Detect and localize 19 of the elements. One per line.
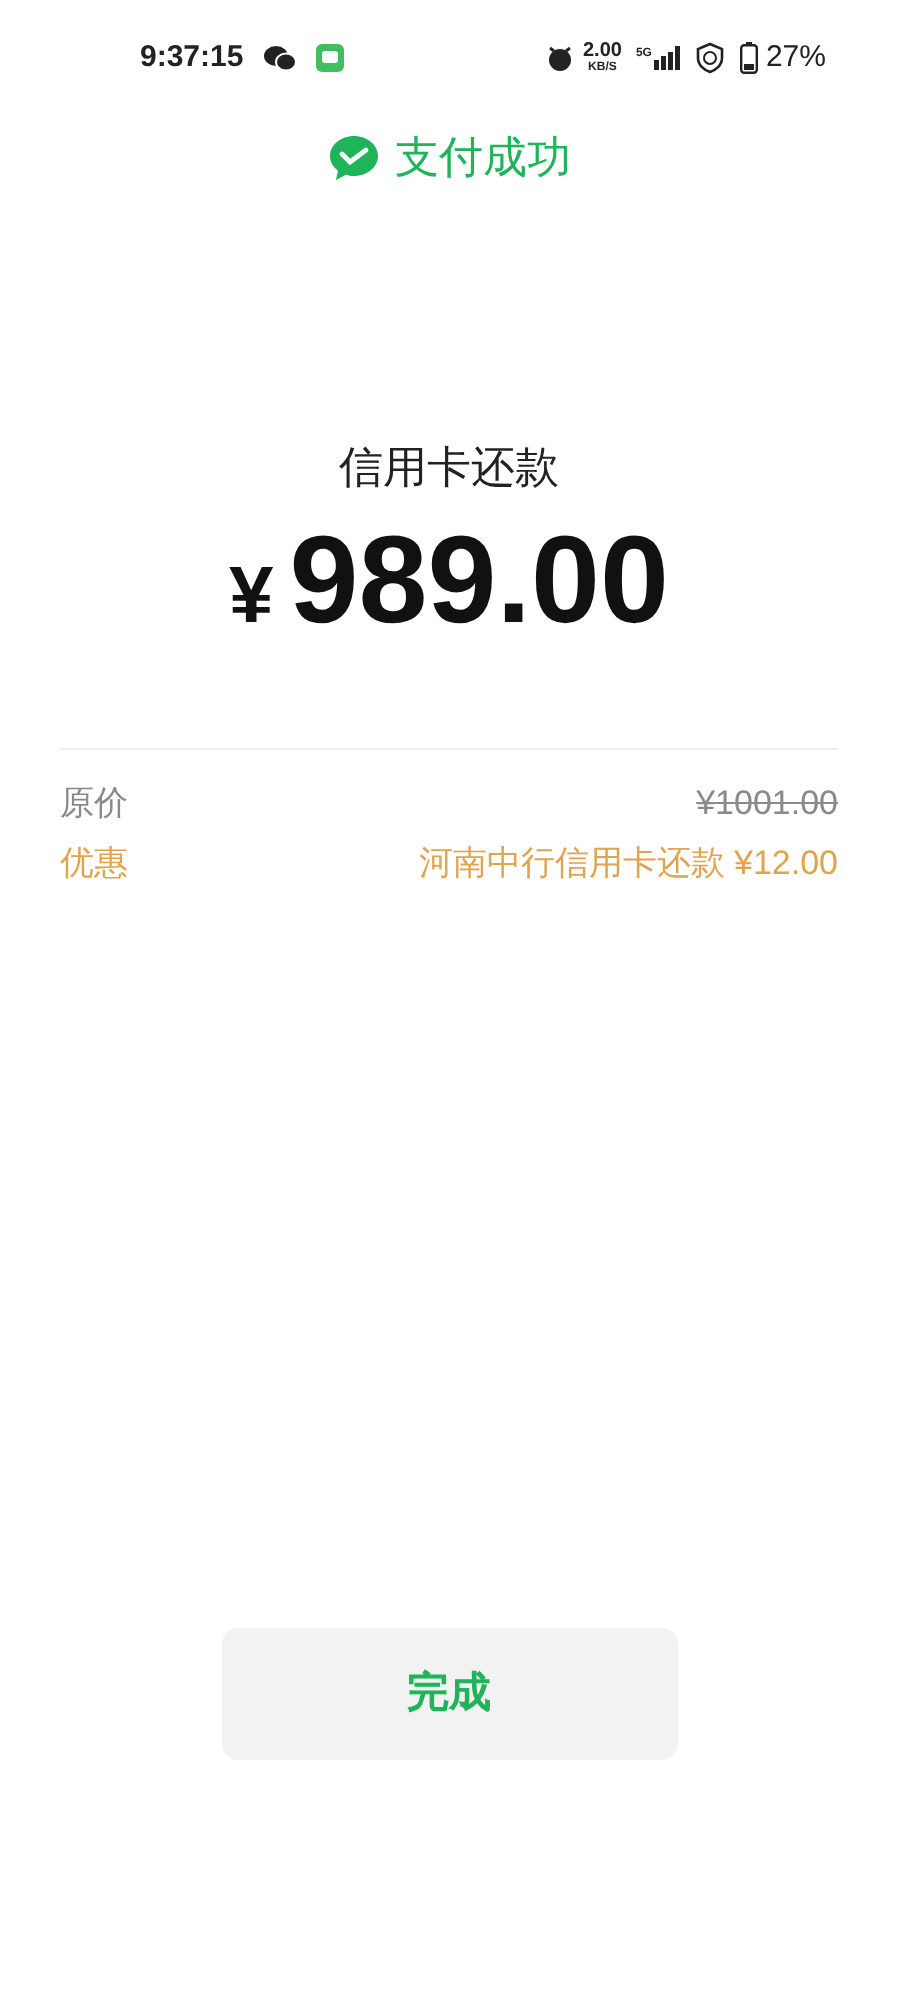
detail-value: 河南中行信用卡还款 ¥12.00: [418, 841, 838, 885]
message-icon: [315, 44, 344, 72]
currency-symbol: ¥: [229, 550, 274, 644]
battery-icon: [739, 42, 758, 74]
network-speed: 2.00: [582, 42, 622, 62]
detail-label: 优惠: [60, 841, 128, 885]
chat-bubbles-icon: [263, 44, 296, 72]
clock-time: 9:37:15: [140, 37, 244, 78]
success-title: 支付成功: [395, 130, 571, 186]
detail-value: ¥1001.00: [696, 782, 838, 826]
check-bubble-icon: [327, 133, 379, 181]
payment-label: 信用卡还款: [339, 440, 559, 496]
done-button[interactable]: 完成: [221, 1628, 677, 1760]
shield-icon: [695, 42, 724, 74]
battery-percent: 27%: [765, 37, 826, 78]
alarm-icon: [546, 44, 575, 72]
detail-label: 原价: [60, 782, 128, 826]
signal-icon: [653, 46, 680, 70]
payment-amount: 989.00: [289, 520, 669, 644]
